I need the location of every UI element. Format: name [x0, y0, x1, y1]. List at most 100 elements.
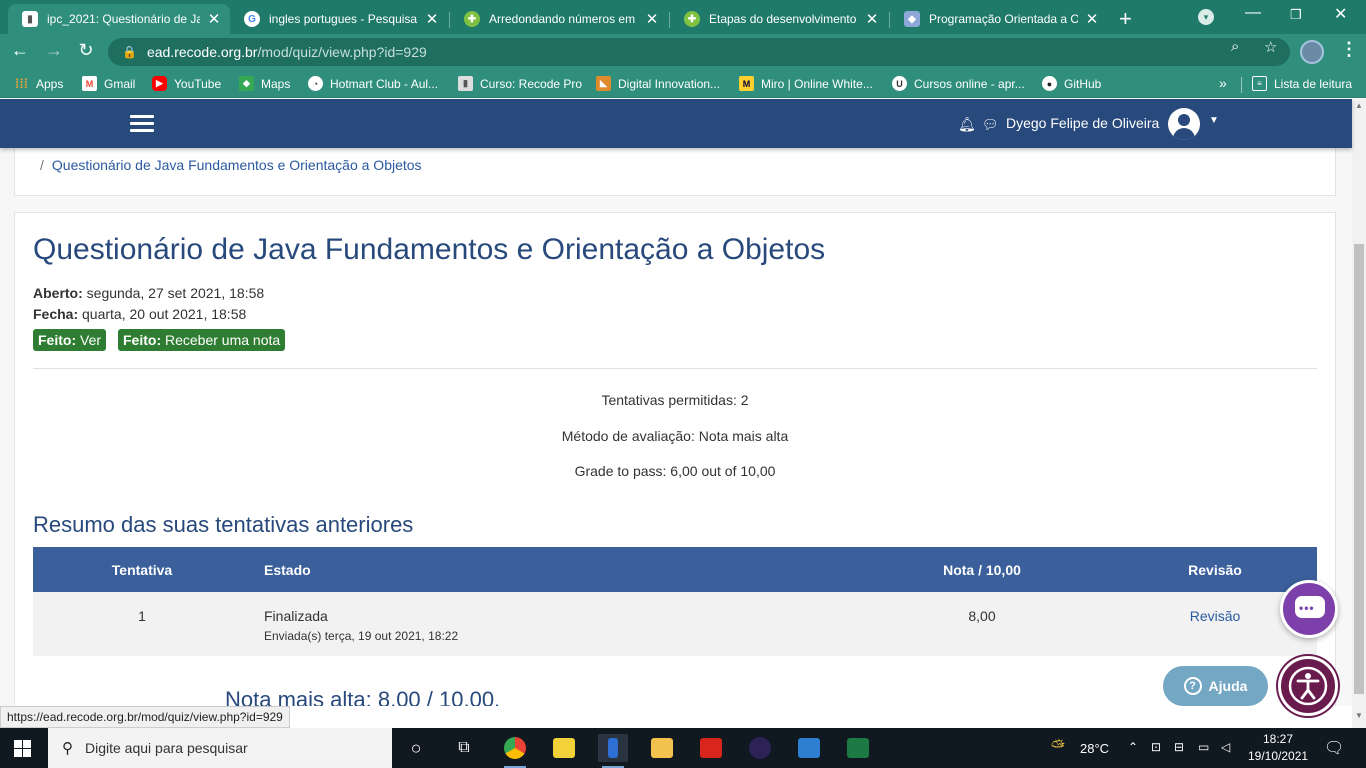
- taskbar-search-box[interactable]: ⚲ Digite aqui para pesquisar: [48, 728, 392, 768]
- weather-icon[interactable]: ⛅︎: [1051, 737, 1065, 757]
- bookmark-label: Maps: [261, 76, 291, 91]
- notifications-icon[interactable]: 🗨︎: [1324, 738, 1344, 758]
- tab-search-button[interactable]: ▾: [1198, 9, 1214, 25]
- bookmark-miro[interactable]: M Miro | Online White...: [739, 76, 873, 91]
- attempts-summary-heading: Resumo das suas tentativas anteriores: [33, 512, 414, 537]
- restore-button[interactable]: ❐: [1290, 7, 1302, 23]
- chrome-taskbar-icon[interactable]: [500, 734, 530, 768]
- close-icon[interactable]: ✕: [424, 10, 440, 28]
- bookmark-dio[interactable]: ◣ Digital Innovation...: [596, 76, 720, 91]
- close-icon[interactable]: ✕: [644, 10, 660, 28]
- review-link[interactable]: Revisão: [1163, 608, 1267, 624]
- chevron-down-icon[interactable]: ▼: [1209, 115, 1219, 126]
- minimize-button[interactable]: —: [1245, 4, 1261, 22]
- scroll-up-icon[interactable]: ▲: [1355, 101, 1363, 110]
- recode-icon: ▮: [458, 76, 473, 91]
- youtube-icon: ▶: [152, 76, 167, 91]
- bookmarks-divider: [1241, 77, 1242, 93]
- bookmark-label: Miro | Online White...: [761, 76, 873, 91]
- chevron-up-icon[interactable]: ⌃: [1128, 740, 1138, 754]
- reading-list-button[interactable]: ≡ Lista de leitura: [1252, 76, 1352, 91]
- accessibility-icon: [1288, 666, 1328, 706]
- acrobat-icon[interactable]: [696, 734, 726, 762]
- tab-title: Etapas do desenvolvimento e: [709, 12, 858, 26]
- excel-icon[interactable]: [843, 734, 873, 762]
- accessibility-button[interactable]: [1278, 656, 1338, 716]
- column-header-state: Estado: [264, 562, 311, 578]
- zoom-icon[interactable]: ⌕: [1231, 38, 1239, 55]
- bell-icon[interactable]: 🔔︎: [958, 116, 976, 133]
- attempt-grade: 8,00: [968, 608, 996, 624]
- atom-icon: ✚: [464, 11, 480, 27]
- opened-value: segunda, 27 set 2021, 18:58: [86, 285, 265, 301]
- breadcrumb: / Questionário de Java Fundamentos e Orie…: [40, 157, 422, 173]
- close-window-button[interactable]: ✕: [1334, 4, 1347, 24]
- moodle-navbar: 🔔︎ 💬︎ Dyego Felipe de Oliveira ▼: [0, 99, 1352, 148]
- bookmark-udemy[interactable]: U Cursos online - apr...: [892, 76, 1025, 91]
- back-button[interactable]: ←: [8, 40, 32, 61]
- udemy-icon: U: [892, 76, 907, 91]
- tab-google-search[interactable]: G ingles portugues - Pesquisa G ✕: [230, 4, 448, 34]
- status-bar-url: https://ead.recode.org.br/mod/quiz/view.…: [0, 706, 290, 728]
- bookmark-apps[interactable]: ⁞⁞⁞ Apps: [14, 76, 63, 91]
- sticky-notes-icon[interactable]: [549, 734, 579, 762]
- network-icon[interactable]: ⊟: [1174, 740, 1184, 754]
- bookmark-youtube[interactable]: ▶ YouTube: [152, 76, 221, 91]
- bookmark-recode[interactable]: ▮ Curso: Recode Pro: [458, 76, 582, 91]
- forward-button[interactable]: →: [42, 40, 66, 61]
- scroll-down-icon[interactable]: ▼: [1355, 711, 1363, 720]
- completion-badge-view: Feito: Ver: [33, 329, 107, 351]
- tab-rounding-numbers[interactable]: ✚ Arredondando números em J ✕: [450, 4, 668, 34]
- weather-temperature[interactable]: 28°C: [1080, 741, 1109, 756]
- bookmark-label: Cursos online - apr...: [914, 76, 1025, 91]
- close-icon[interactable]: ✕: [864, 10, 880, 28]
- photos-icon[interactable]: [794, 734, 824, 762]
- profile-avatar[interactable]: [1300, 40, 1324, 64]
- chat-dots-icon: •••: [1299, 601, 1315, 615]
- tab-title: ingles portugues - Pesquisa G: [269, 12, 418, 26]
- bookmarks-overflow-button[interactable]: »: [1219, 75, 1227, 91]
- url-path: /mod/quiz/view.php?id=929: [257, 44, 427, 60]
- reload-button[interactable]: ↻: [74, 40, 98, 61]
- volume-icon[interactable]: ◁: [1221, 740, 1230, 754]
- new-tab-button[interactable]: +: [1119, 6, 1132, 32]
- bookmark-gmail[interactable]: M Gmail: [82, 76, 135, 91]
- address-bar[interactable]: 🔒 ead.recode.org.br/mod/quiz/view.php?id…: [108, 38, 1290, 66]
- scroll-thumb[interactable]: [1354, 244, 1364, 694]
- breadcrumb-current[interactable]: Questionário de Java Fundamentos e Orien…: [52, 157, 422, 173]
- badge-value: Receber uma nota: [165, 332, 281, 348]
- bookmark-star-icon[interactable]: ☆: [1264, 38, 1277, 56]
- tab-quiz[interactable]: ▮ ipc_2021: Questionário de Jav ✕: [8, 4, 230, 34]
- battery-icon[interactable]: ▭: [1198, 740, 1209, 754]
- attempt-submitted: Enviada(s) terça, 19 out 2021, 18:22: [264, 629, 459, 643]
- page-scrollbar[interactable]: ▲ ▼: [1352, 99, 1366, 728]
- help-button[interactable]: ? Ajuda: [1163, 666, 1268, 706]
- browser-tab-strip: ▮ ipc_2021: Questionário de Jav ✕ G ingl…: [0, 0, 1366, 34]
- close-icon[interactable]: ✕: [206, 10, 222, 28]
- pen-app-icon[interactable]: [598, 734, 628, 768]
- page-content: / Questionário de Java Fundamentos e Orie…: [0, 148, 1352, 706]
- bookmark-label: Hotmart Club - Aul...: [330, 76, 439, 91]
- close-icon[interactable]: ✕: [1084, 10, 1100, 28]
- windows-start-icon[interactable]: [14, 740, 31, 757]
- tab-oop[interactable]: ◆ Programação Orientada a Ob ✕: [890, 4, 1108, 34]
- user-avatar[interactable]: [1168, 108, 1200, 140]
- bookmark-hotmart[interactable]: ◔ Hotmart Club - Aul...: [308, 76, 438, 91]
- task-view-icon[interactable]: ⧉: [449, 734, 479, 762]
- tab-development-stages[interactable]: ✚ Etapas do desenvolvimento e ✕: [670, 4, 888, 34]
- chat-widget-button[interactable]: •••: [1280, 580, 1338, 638]
- taskbar-clock[interactable]: 18:27 19/10/2021: [1248, 731, 1308, 765]
- tab-title: Arredondando números em J: [489, 12, 638, 26]
- bookmark-maps[interactable]: ◆ Maps: [239, 76, 290, 91]
- browser-menu-icon[interactable]: ⋮: [1340, 39, 1358, 60]
- user-name[interactable]: Dyego Felipe de Oliveira: [1006, 115, 1159, 131]
- windows-taskbar: ⚲ Digite aqui para pesquisar ○ ⧉ ⛅︎ 28°C…: [0, 728, 1366, 768]
- messages-icon[interactable]: 💬︎: [982, 117, 999, 133]
- eclipse-icon[interactable]: [745, 734, 775, 762]
- bookmark-github[interactable]: ● GitHub: [1042, 76, 1101, 91]
- meet-now-icon[interactable]: ⊡: [1151, 740, 1161, 754]
- hamburger-menu-icon[interactable]: [130, 115, 154, 133]
- attempt-state: Finalizada: [264, 608, 328, 624]
- file-explorer-icon[interactable]: [647, 734, 677, 762]
- cortana-icon[interactable]: ○: [401, 734, 431, 762]
